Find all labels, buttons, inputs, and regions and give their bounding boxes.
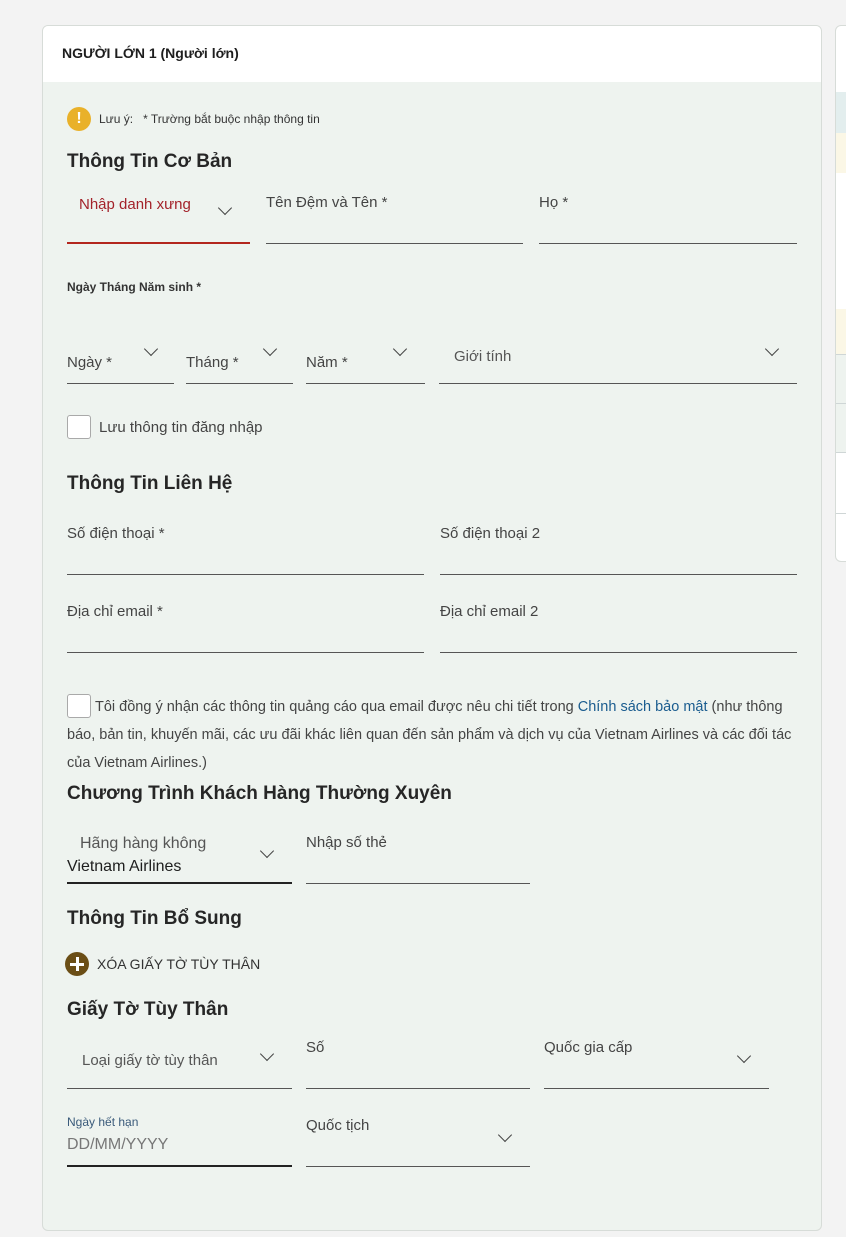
chevron-down-icon: [392, 341, 408, 357]
side-strip: [836, 452, 846, 514]
side-strip: [836, 92, 846, 133]
chevron-down-icon: [217, 200, 233, 216]
email-field[interactable]: Địa chỉ email *: [67, 598, 424, 653]
phone2-field[interactable]: Số điện thoại 2: [440, 520, 797, 575]
gender-select[interactable]: Giới tính: [439, 336, 797, 384]
required-note: ! Lưu ý: * Trường bắt buộc nhập thông tin: [67, 107, 330, 131]
phone2-label: Số điện thoại 2: [440, 525, 541, 542]
last-name-field[interactable]: Họ *: [539, 186, 797, 244]
side-summary-card: [835, 25, 846, 562]
card-number-field[interactable]: Nhập số thẻ: [306, 826, 530, 884]
nationality-select[interactable]: Quốc tịch: [306, 1114, 530, 1167]
salutation-underline: [67, 242, 250, 244]
privacy-policy-link[interactable]: Chính sách bảo mật: [578, 699, 708, 715]
airline-underline: [67, 882, 292, 884]
email-label: Địa chỉ email *: [67, 603, 163, 620]
consent-text: Tôi đồng ý nhận các thông tin quảng cáo …: [67, 693, 802, 777]
issuing-country-label: Quốc gia cấp: [544, 1039, 633, 1056]
last-name-label: Họ *: [539, 194, 569, 211]
airline-label: Hãng hàng không: [80, 835, 207, 852]
frequent-flyer-title: Chương Trình Khách Hàng Thường Xuyên: [67, 783, 452, 804]
nationality-underline: [306, 1166, 530, 1167]
remove-id-document-button[interactable]: XÓA GIẤY TỜ TÙY THÂN: [65, 952, 260, 976]
month-label: Tháng *: [186, 354, 239, 371]
note-content: * Trường bắt buộc nhập thông tin: [143, 112, 320, 126]
chevron-down-icon: [764, 341, 780, 357]
consent-text-before: Tôi đồng ý nhận các thông tin quảng cáo …: [95, 699, 574, 715]
note-label: Lưu ý:: [99, 112, 134, 126]
salutation-select[interactable]: Nhập danh xưng: [67, 186, 250, 244]
salutation-placeholder: Nhập danh xưng: [79, 196, 191, 213]
expiry-label: Ngày hết hạn: [67, 1115, 139, 1129]
save-login-label: Lưu thông tin đăng nhập: [99, 419, 263, 436]
side-strip: [836, 403, 846, 452]
dob-day-select[interactable]: Ngày *: [67, 336, 174, 384]
chevron-down-icon: [262, 341, 278, 357]
save-login-checkbox[interactable]: [67, 415, 91, 439]
gender-label: Giới tính: [454, 348, 512, 365]
passenger-title: NGƯỜI LỚN 1 (Người lớn): [62, 45, 239, 61]
document-number-underline: [306, 1088, 530, 1089]
passenger-form-card: NGƯỜI LỚN 1 (Người lớn) ! Lưu ý: * Trường…: [42, 25, 822, 1231]
document-number-label: Số: [306, 1039, 325, 1056]
additional-info-title: Thông Tin Bổ Sung: [67, 908, 242, 929]
email2-field[interactable]: Địa chỉ email 2: [440, 598, 797, 653]
document-type-label: Loại giấy tờ tùy thân: [82, 1052, 218, 1069]
chevron-down-icon: [736, 1048, 752, 1064]
contact-info-title: Thông Tin Liên Hệ: [67, 473, 233, 494]
side-strip: [836, 309, 846, 354]
phone-label: Số điện thoại *: [67, 525, 165, 542]
plus-circle-icon: [65, 952, 89, 976]
expiry-underline: [67, 1165, 292, 1167]
expiry-date-field[interactable]: Ngày hết hạn DD/MM/YYYY: [67, 1114, 292, 1167]
month-underline: [186, 383, 293, 384]
phone2-underline: [440, 574, 797, 575]
email-underline: [67, 652, 424, 653]
first-middle-name-field[interactable]: Tên Đệm và Tên *: [266, 186, 523, 244]
side-strip: [836, 354, 846, 403]
exclamation-icon: !: [67, 107, 91, 131]
dob-label: Ngày Tháng Năm sinh *: [67, 280, 202, 294]
note-text: Lưu ý: * Trường bắt buộc nhập thông tin: [99, 112, 330, 126]
document-number-field[interactable]: Số: [306, 1036, 530, 1089]
remove-id-document-label: XÓA GIẤY TỜ TÙY THÂN: [97, 956, 261, 972]
airline-select[interactable]: Hãng hàng không Vietnam Airlines: [67, 826, 292, 884]
chevron-down-icon: [143, 341, 159, 357]
first-middle-name-label: Tên Đệm và Tên *: [266, 194, 388, 211]
document-type-select[interactable]: Loại giấy tờ tùy thân: [67, 1036, 292, 1089]
expiry-placeholder: DD/MM/YYYY: [67, 1136, 169, 1153]
year-label: Năm *: [306, 354, 348, 371]
nationality-label: Quốc tịch: [306, 1117, 370, 1134]
side-strip: [836, 133, 846, 173]
gender-underline: [439, 383, 797, 384]
phone-underline: [67, 574, 424, 575]
chevron-down-icon: [497, 1127, 513, 1143]
phone-field[interactable]: Số điện thoại *: [67, 520, 424, 575]
chevron-down-icon: [259, 1046, 275, 1062]
first-middle-name-underline: [266, 243, 523, 244]
email2-label: Địa chỉ email 2: [440, 603, 539, 620]
day-label: Ngày *: [67, 354, 113, 371]
last-name-underline: [539, 243, 797, 244]
card-number-underline: [306, 883, 530, 884]
card-number-label: Nhập số thẻ: [306, 834, 387, 851]
day-underline: [67, 383, 174, 384]
issuing-country-underline: [544, 1088, 769, 1089]
chevron-down-icon: [259, 843, 275, 859]
document-type-underline: [67, 1088, 292, 1089]
airline-value: Vietnam Airlines: [67, 858, 182, 875]
basic-info-title: Thông Tin Cơ Bản: [67, 151, 233, 172]
year-underline: [306, 383, 425, 384]
dob-month-select[interactable]: Tháng *: [186, 336, 293, 384]
id-document-title: Giấy Tờ Tùy Thân: [67, 999, 229, 1020]
dob-year-select[interactable]: Năm *: [306, 336, 425, 384]
issuing-country-select[interactable]: Quốc gia cấp: [544, 1036, 769, 1089]
passenger-header: NGƯỜI LỚN 1 (Người lớn): [43, 26, 821, 82]
email2-underline: [440, 652, 797, 653]
